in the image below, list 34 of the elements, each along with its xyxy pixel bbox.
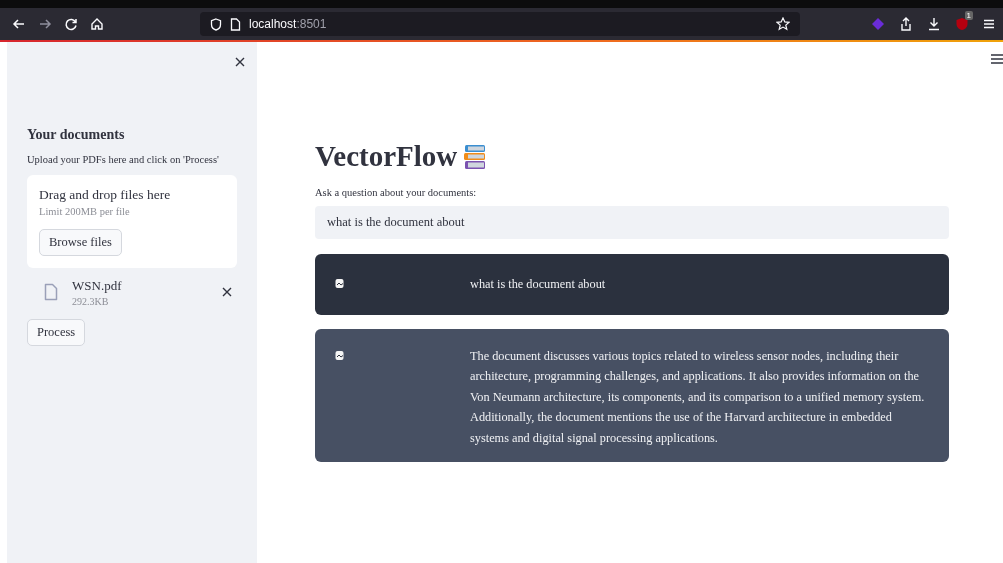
shield-extension-icon[interactable] bbox=[955, 17, 969, 31]
file-size: 292.3KB bbox=[72, 295, 110, 307]
shield-icon bbox=[210, 17, 222, 31]
forward-icon[interactable] bbox=[38, 17, 52, 31]
sidebar-heading: Your documents bbox=[27, 127, 126, 143]
download-icon[interactable] bbox=[927, 17, 941, 31]
upload-instructions: Upload your PDFs here and click on 'Process' bbox=[27, 153, 220, 167]
avatar-icon bbox=[335, 278, 345, 291]
notification-badge: 1 bbox=[964, 11, 973, 20]
reload-icon[interactable] bbox=[64, 17, 78, 31]
back-icon[interactable] bbox=[12, 17, 26, 31]
home-icon[interactable] bbox=[90, 17, 104, 31]
file-dropzone[interactable]: Drag and drop files here Limit 200MB per file Browse files bbox=[27, 174, 237, 268]
browse-files-button[interactable]: Browse files bbox=[39, 228, 122, 256]
page-icon bbox=[230, 17, 241, 31]
file-icon bbox=[44, 283, 58, 302]
avatar-icon bbox=[335, 349, 345, 362]
question-label: Ask a question about your documents: bbox=[315, 187, 478, 198]
process-button[interactable]: Process bbox=[27, 318, 86, 346]
dropzone-limit: Limit 200MB per file bbox=[39, 205, 131, 217]
books-icon bbox=[463, 143, 488, 170]
message-text: The document discusses various topics related to wireless sensor nodes, including their architecture, programming challenges, and applications. It also provides information on the Von Neumann architecture, its components, and its comparison to a unified memory system. Additionally, the document mentions the use of the Harvard architecture in embedded systems and digital signal processing applications. bbox=[470, 347, 926, 447]
message-text: what is the document about bbox=[470, 276, 606, 293]
address-bar[interactable]: localhost:8501 bbox=[200, 12, 800, 36]
remove-file-icon[interactable] bbox=[222, 287, 232, 298]
dropzone-title: Drag and drop files here bbox=[39, 186, 172, 203]
url-port: :8501 bbox=[296, 17, 327, 31]
file-name: WSN.pdf bbox=[72, 277, 123, 294]
share-icon[interactable] bbox=[899, 17, 913, 31]
app-title: VectorFlow bbox=[315, 140, 458, 173]
question-input[interactable]: what is the document about bbox=[315, 206, 949, 239]
star-icon[interactable] bbox=[776, 17, 790, 31]
close-icon[interactable] bbox=[235, 57, 245, 67]
url-host: localhost bbox=[249, 17, 297, 31]
